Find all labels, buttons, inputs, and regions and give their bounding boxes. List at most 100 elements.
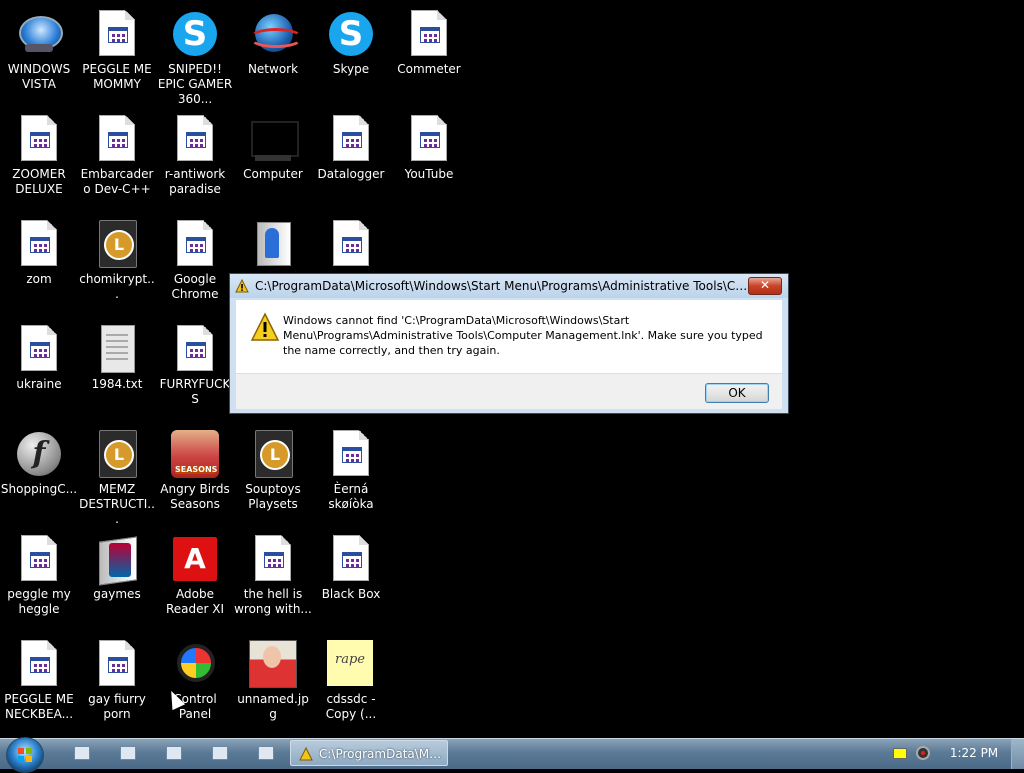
tray-notification-icon[interactable]: [893, 748, 907, 759]
desktop-icon-hidden-2[interactable]: [312, 212, 390, 272]
icon-label: PEGGLE ME MOMMY: [82, 62, 152, 91]
desktop-icon-commeter[interactable]: Commeter: [390, 2, 468, 77]
media-file-icon: L: [249, 430, 297, 478]
icon-label: Commeter: [397, 62, 461, 76]
icon-label: r-antiwork paradise: [164, 167, 226, 196]
text-file-icon: [93, 325, 141, 373]
desktop-icon-black-box[interactable]: Black Box: [312, 527, 390, 602]
desktop-icon-unnamed-jpg[interactable]: unnamed.jpg: [234, 632, 312, 722]
icon-label: unnamed.jpg: [237, 692, 309, 721]
desktop-icon-network[interactable]: Network: [234, 2, 312, 77]
desktop-icon-skype[interactable]: S Skype: [312, 2, 390, 77]
desktop-icon-ukraine[interactable]: ukraine: [0, 317, 78, 392]
icon-label: Èerná skøíòka: [328, 482, 374, 511]
media-file-icon: L: [93, 430, 141, 478]
desktop-icon-angry-birds[interactable]: SEASONS Angry Birds Seasons: [156, 422, 234, 512]
document-icon: [15, 325, 63, 373]
error-dialog: C:\ProgramData\Microsoft\Windows\Start M…: [229, 273, 789, 414]
document-icon: [405, 10, 453, 58]
warning-icon: [235, 279, 249, 293]
desktop-icon-zom[interactable]: zom: [0, 212, 78, 287]
desktop-icon-gay-fiurry[interactable]: gay fiurry porn: [78, 632, 156, 722]
icon-label: ShoppingC...: [0, 482, 78, 496]
desktop-icon-zoomer-deluxe[interactable]: ZOOMER DELUXE: [0, 107, 78, 197]
quicklaunch-window-icon[interactable]: [74, 746, 90, 760]
desktop-icon-adobe-reader[interactable]: A Adobe Reader XI: [156, 527, 234, 617]
document-icon: [327, 430, 375, 478]
quicklaunch-window-icon[interactable]: [258, 746, 274, 760]
desktop-icon-the-hell[interactable]: the hell is wrong with...: [234, 527, 312, 617]
desktop-icon-gaymes[interactable]: gaymes: [78, 527, 156, 602]
document-icon: [171, 115, 219, 163]
document-icon: [327, 535, 375, 583]
icon-label: Network: [247, 62, 299, 76]
close-button[interactable]: ✕: [748, 277, 782, 295]
icon-label: Skype: [332, 62, 370, 76]
document-icon: [171, 220, 219, 268]
desktop-icon-computer[interactable]: Computer: [234, 107, 312, 182]
desktop-icon-cdssdc-copy[interactable]: rape cdssdc - Copy (...: [312, 632, 390, 722]
icon-label: zom: [26, 272, 52, 286]
icon-label: Google Chrome: [171, 272, 219, 301]
taskbar: C:\ProgramData\Mic... 1:22 PM: [0, 737, 1024, 773]
photo-icon: [249, 640, 297, 688]
quicklaunch-window-icon[interactable]: [120, 746, 136, 760]
desktop-icon-memz[interactable]: L MEMZ DESTRUCTI...: [78, 422, 156, 527]
icon-label: peggle my heggle: [7, 587, 71, 616]
network-icon: [249, 10, 303, 58]
icon-label: ZOOMER DELUXE: [12, 167, 66, 196]
document-icon: [93, 115, 141, 163]
flash-icon: f: [15, 430, 63, 478]
document-icon: [15, 640, 63, 688]
icon-label: Adobe Reader XI: [165, 587, 225, 616]
document-icon: [93, 10, 141, 58]
desktop-icon-hidden-1[interactable]: [234, 212, 312, 272]
desktop-icon-cerna-skrinka[interactable]: Èerná skøíòka: [312, 422, 390, 512]
vista-orb-icon: [15, 10, 63, 58]
icon-label: Angry Birds Seasons: [160, 482, 230, 511]
desktop-icon-peggle-me-neckbea[interactable]: PEGGLE ME NECKBEA...: [0, 632, 78, 722]
icon-label: PEGGLE ME NECKBEA...: [4, 692, 74, 721]
skype-icon: S: [171, 10, 219, 58]
desktop-icon-chomikrypt[interactable]: L chomikrypt...: [78, 212, 156, 302]
desktop-icon-google-chrome[interactable]: Google Chrome: [156, 212, 234, 302]
icon-label: the hell is wrong with...: [234, 587, 312, 616]
icon-label: cdssdc - Copy (...: [325, 692, 377, 721]
document-icon: [249, 535, 297, 583]
desktop-icon-peggle-me-mommy[interactable]: PEGGLE ME MOMMY: [78, 2, 156, 92]
desktop-icon-control-panel[interactable]: Control Panel: [156, 632, 234, 722]
icon-label: SNIPED!! EPIC GAMER 360...: [157, 62, 233, 106]
document-icon: [171, 325, 219, 373]
desktop-icon-souptoys[interactable]: L Souptoys Playsets: [234, 422, 312, 512]
desktop-icon-youtube[interactable]: YouTube: [390, 107, 468, 182]
windows-logo-icon: [18, 748, 32, 762]
desktop-icon-windows-vista[interactable]: WINDOWS VISTA: [0, 2, 78, 92]
desktop-icon-sniped[interactable]: S SNIPED!! EPIC GAMER 360...: [156, 2, 234, 107]
icon-label: Black Box: [321, 587, 381, 601]
icon-label: Souptoys Playsets: [245, 482, 301, 511]
desktop-icon-peggle-my-heggle[interactable]: peggle my heggle: [0, 527, 78, 617]
icon-label: chomikrypt...: [79, 272, 155, 301]
desktop-icon-furryfucks[interactable]: FURRYFUCKS: [156, 317, 234, 407]
desktop-icon-r-antiwork[interactable]: r-antiwork paradise: [156, 107, 234, 197]
icon-label: Computer: [243, 167, 303, 181]
tray-volume-icon[interactable]: [916, 746, 930, 760]
desktop-icon-embarcadero[interactable]: Embarcadero Dev-C++: [78, 107, 156, 197]
ok-button[interactable]: OK: [705, 383, 769, 403]
dialog-message: Windows cannot find 'C:\ProgramData\Micr…: [283, 314, 763, 357]
desktop-icon-1984-txt[interactable]: 1984.txt: [78, 317, 156, 392]
show-desktop-button[interactable]: [1011, 739, 1024, 769]
quicklaunch-window-icon[interactable]: [212, 746, 228, 760]
dialog-footer: OK: [236, 373, 782, 409]
document-icon: [15, 220, 63, 268]
desktop-icon-shoppingc[interactable]: f ShoppingC...: [0, 422, 78, 497]
taskbar-item-error-dialog[interactable]: C:\ProgramData\Mic...: [290, 740, 448, 766]
skype-icon: S: [327, 10, 375, 58]
quicklaunch-window-icon[interactable]: [166, 746, 182, 760]
icon-label: Embarcadero Dev-C++: [80, 167, 154, 196]
desktop-icon-datalogger[interactable]: Datalogger: [312, 107, 390, 182]
document-icon: [405, 115, 453, 163]
taskbar-clock[interactable]: 1:22 PM: [940, 746, 1008, 760]
warning-icon: [250, 312, 280, 341]
dialog-title-bar[interactable]: C:\ProgramData\Microsoft\Windows\Start M…: [230, 274, 788, 298]
